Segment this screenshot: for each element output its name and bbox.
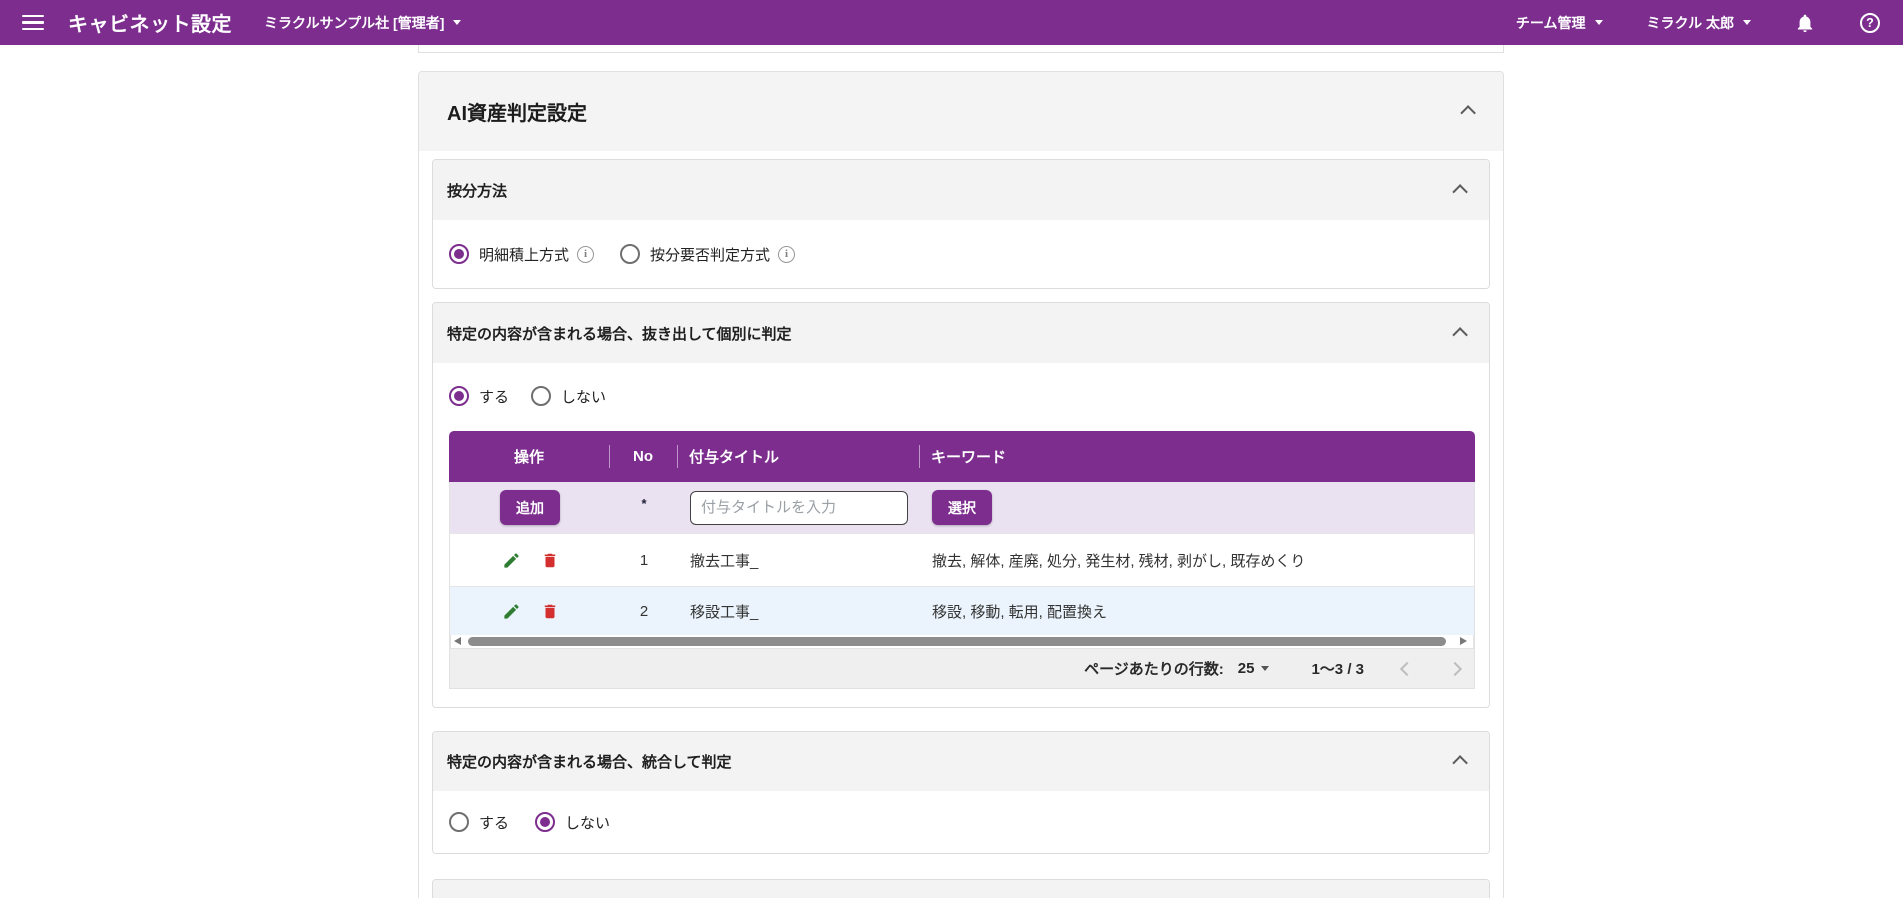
section-title: AI資産判定設定 [447, 103, 587, 125]
pencil-icon [503, 552, 519, 568]
previous-card-bottom-edge [418, 45, 1504, 53]
row-keywords: 移設, 移動, 転用, 配置換え [932, 603, 1108, 621]
column-header-operation: 操作 [513, 449, 544, 466]
rows-per-page-select[interactable]: 25 [1238, 660, 1270, 677]
svg-text:?: ? [1866, 16, 1874, 30]
row-title: 移設工事_ [690, 603, 759, 621]
extract-enable-options: する しない [449, 381, 1473, 411]
title-input[interactable] [690, 490, 908, 525]
apportion-method-options: 明細積上方式 按分要否判定方式 [433, 220, 1489, 288]
trash-icon [544, 553, 555, 567]
pencil-icon [503, 603, 519, 619]
column-header-no: No [609, 431, 677, 482]
radio-selected-icon[interactable] [449, 244, 469, 264]
next-page-button[interactable] [1447, 661, 1463, 676]
row-number: 2 [639, 602, 649, 620]
panel-apportion-method: 按分方法 明細積上方式 按分要否判定方式 [432, 159, 1490, 289]
radio-unselected-icon[interactable] [531, 386, 552, 406]
user-menu[interactable]: ミラクル 太郎 [1647, 13, 1751, 33]
scroll-right-arrow-icon[interactable] [1460, 637, 1467, 645]
info-icon[interactable] [577, 245, 595, 263]
delete-button[interactable] [541, 602, 559, 621]
user-name-label: ミラクル 太郎 [1646, 14, 1734, 31]
radio-option-detail-accumulation[interactable]: 明細積上方式 [449, 244, 595, 265]
delete-button[interactable] [541, 551, 559, 570]
radio-label: する [479, 814, 510, 832]
panel-title: 特定の内容が含まれる場合、抜き出して個別に判定 [447, 325, 792, 343]
radio-selected-icon[interactable] [535, 812, 556, 832]
company-selector[interactable]: ミラクルサンプル社 [管理者] [264, 13, 462, 33]
merge-enable-options: する しない [433, 791, 1489, 853]
rows-per-page-value: 25 [1237, 660, 1255, 677]
trash-icon [544, 604, 555, 618]
add-button[interactable]: 追加 [500, 490, 560, 525]
scrollbar-thumb[interactable] [468, 637, 1446, 646]
scroll-left-arrow-icon[interactable] [454, 637, 461, 645]
panel-extract-individual-header: 特定の内容が含まれる場合、抜き出して個別に判定 [433, 303, 1489, 363]
team-management-menu[interactable]: チーム管理 [1516, 13, 1603, 33]
radio-selected-icon[interactable] [449, 386, 469, 406]
panel-title: 特定の内容が含まれる場合、統合して判定 [447, 754, 732, 771]
panel-extract-individual: 特定の内容が含まれる場合、抜き出して個別に判定 する しない 操作 No 付与タ… [432, 302, 1490, 708]
chevron-right-icon [1447, 661, 1463, 676]
hamburger-menu-icon[interactable] [22, 14, 44, 31]
table-pagination: ページあたりの行数: 25 1〜3 / 3 [449, 649, 1475, 689]
edit-button[interactable] [502, 602, 521, 621]
row-title: 撤去工事_ [690, 552, 759, 570]
ai-asset-settings-card: AI資産判定設定 按分方法 明細積上方式 按分要否判定方式 [418, 71, 1504, 898]
help-button[interactable]: ? [1859, 12, 1881, 34]
caret-down-icon [1261, 666, 1270, 671]
notifications-button[interactable] [1795, 12, 1815, 34]
table-body: 追加 * 選択 [449, 482, 1475, 649]
panel-doc-info-header: 資料全体の情報を資産タイトルに含める [433, 880, 1489, 898]
keyword-rules-table: 操作 No 付与タイトル キーワード 追加 * 付与タイトルを入力 選択 1 撤… [449, 431, 1475, 689]
chevron-left-icon [1399, 661, 1415, 676]
caret-down-icon [1594, 20, 1603, 25]
radio-label: 按分要否判定方式 [650, 246, 771, 264]
caret-down-icon [453, 20, 462, 25]
radio-label: 明細積上方式 [479, 246, 570, 264]
page-title: キャビネット設定 [68, 14, 232, 36]
panel-merge-judgment: 特定の内容が含まれる場合、統合して判定 する しない [432, 731, 1490, 854]
radio-option-no[interactable]: しない [531, 386, 606, 407]
rows-per-page-label: ページあたりの行数: [1084, 661, 1224, 678]
new-rule-row: 追加 * 選択 [450, 482, 1474, 533]
table-header-row: 操作 No 付与タイトル キーワード [449, 431, 1475, 482]
select-keywords-button[interactable]: 選択 [932, 490, 992, 525]
row-number: 1 [639, 551, 649, 569]
row-keywords: 撤去, 解体, 産廃, 処分, 発生材, 残材, 剥がし, 既存めくり [932, 552, 1306, 570]
previous-page-button[interactable] [1399, 661, 1415, 676]
required-marker: * [641, 496, 647, 511]
radio-option-yes[interactable]: する [449, 812, 509, 833]
caret-down-icon [1743, 20, 1751, 25]
column-header-title: 付与タイトル [677, 431, 919, 482]
info-icon[interactable] [778, 245, 796, 263]
radio-option-yes[interactable]: する [449, 386, 509, 407]
ai-asset-settings-header: AI資産判定設定 [419, 72, 1503, 151]
radio-unselected-icon[interactable] [620, 244, 641, 264]
radio-unselected-icon[interactable] [449, 812, 469, 832]
radio-label: しない [565, 814, 611, 832]
company-name: ミラクルサンプル社 [管理者] [264, 14, 445, 31]
table-row: 2 移設工事_ 移設, 移動, 転用, 配置換え [450, 586, 1474, 635]
edit-button[interactable] [502, 551, 521, 570]
radio-option-no[interactable]: しない [535, 812, 610, 833]
horizontal-scrollbar[interactable] [450, 635, 1474, 648]
table-row: 1 撤去工事_ 撤去, 解体, 産廃, 処分, 発生材, 残材, 剥がし, 既存… [450, 533, 1474, 586]
help-icon: ? [1860, 12, 1880, 33]
radio-label: しない [561, 388, 607, 406]
panel-doc-info-title: 資料全体の情報を資産タイトルに含める [432, 879, 1490, 898]
panel-apportion-method-header: 按分方法 [433, 160, 1489, 220]
bell-icon [1797, 14, 1813, 32]
column-header-keywords: キーワード [919, 431, 1475, 482]
card-body: 按分方法 明細積上方式 按分要否判定方式 特定の内容が含まれる場合、抜き出して [419, 151, 1503, 898]
extract-panel-body: する しない 操作 No 付与タイトル キーワード 追加 * 付与タイトルを入力… [433, 363, 1489, 707]
pagination-range: 1〜3 / 3 [1311, 661, 1364, 678]
panel-merge-judgment-header: 特定の内容が含まれる場合、統合して判定 [433, 732, 1489, 791]
radio-label: する [479, 388, 510, 406]
panel-title: 按分方法 [447, 182, 508, 200]
team-management-label: チーム管理 [1515, 14, 1586, 31]
top-app-bar: キャビネット設定 ミラクルサンプル社 [管理者] チーム管理 ミラクル 太郎 ? [0, 0, 1903, 45]
radio-option-apportion-judgment[interactable]: 按分要否判定方式 [620, 244, 796, 265]
